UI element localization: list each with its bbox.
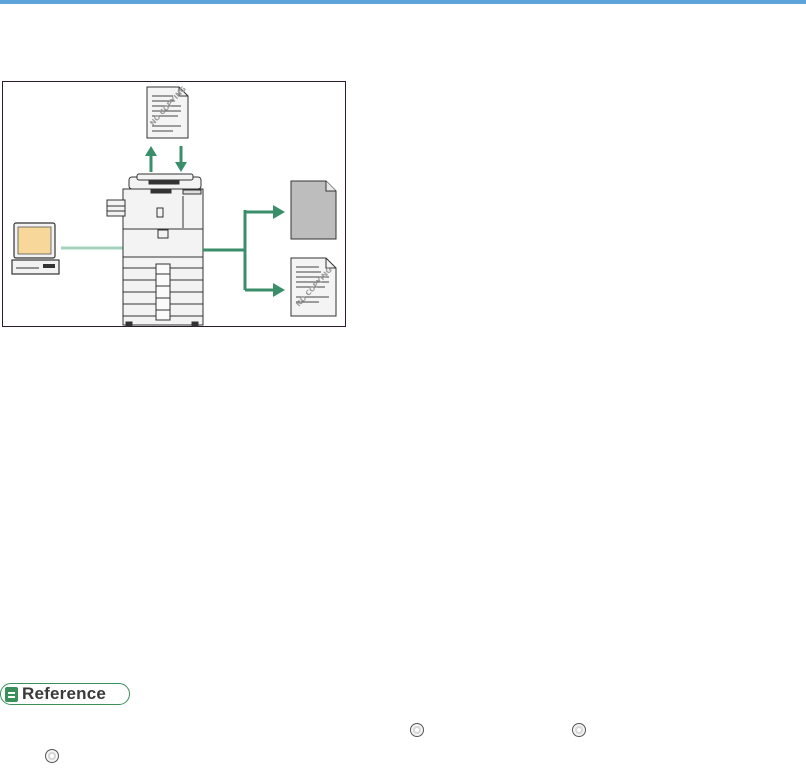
top-document-icon: NO COPYING xyxy=(146,85,189,139)
output-arrow-bottom-icon xyxy=(273,283,285,297)
download-arrow-icon xyxy=(175,146,187,172)
illustration-frame: NO COPYING NO COPYING xyxy=(2,81,346,327)
printed-output-page-icon: NO COPYING xyxy=(290,257,337,317)
cd-disc-icon xyxy=(572,723,586,737)
cd-disc-icon xyxy=(45,749,59,763)
blank-output-page-icon xyxy=(290,180,337,240)
reference-badge: Reference xyxy=(0,683,132,707)
upload-arrow-icon xyxy=(145,146,157,172)
system-illustration: NO COPYING NO COPYING xyxy=(11,85,337,327)
copier-icon xyxy=(106,173,204,327)
reference-label: Reference xyxy=(22,684,107,703)
reference-book-icon xyxy=(5,687,18,702)
output-arrow-top-icon xyxy=(273,205,285,219)
computer-icon xyxy=(11,222,60,275)
cd-disc-icon xyxy=(410,723,424,737)
header-rule xyxy=(0,0,806,4)
output-arrows xyxy=(203,210,275,292)
